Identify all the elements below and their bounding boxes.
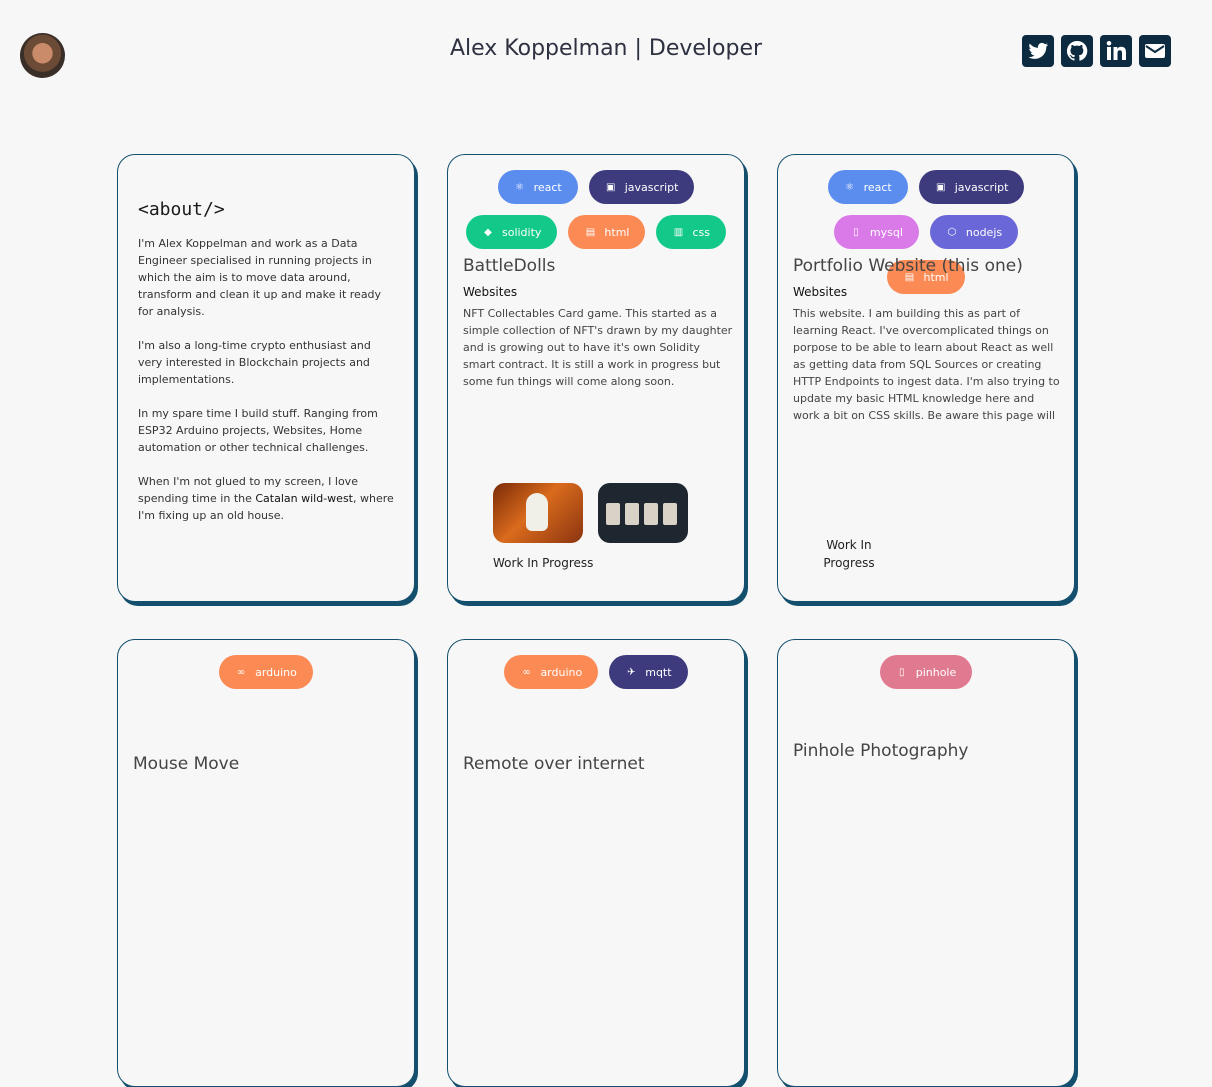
html-icon: ▤	[585, 226, 596, 238]
header: Alex Koppelman | Developer	[0, 0, 1212, 110]
badge-html: ▤ html	[568, 215, 646, 249]
project-card-remote[interactable]: ∞ arduino ✈ mqtt Remote over internet	[447, 639, 745, 1087]
badge-react: ⚛ react	[827, 170, 908, 204]
project-category: Websites	[793, 285, 848, 299]
badge-mysql: ▯ mysql	[833, 215, 919, 249]
css-icon: ▥	[673, 226, 684, 238]
badge-pinhole: ▯ pinhole	[879, 655, 973, 689]
thumbnail-image[interactable]	[598, 483, 688, 543]
arduino-icon: ∞	[236, 666, 246, 678]
project-description: This website. I am building this as part…	[793, 307, 1060, 422]
project-card-battledolls[interactable]: ⚛ react ▣ javascript ◆ solidity ▤ html ▥ css …	[447, 154, 745, 602]
badge-css: ▥ css	[656, 215, 726, 249]
github-icon[interactable]	[1061, 35, 1093, 67]
react-icon: ⚛	[845, 181, 855, 193]
badge-label: react	[533, 180, 562, 194]
project-status: Work In Progress	[493, 556, 594, 570]
project-title: Pinhole Photography	[793, 741, 969, 761]
badge-label: mysql	[869, 225, 903, 239]
thumbnail-image[interactable]	[493, 483, 583, 543]
about-text: I'm Alex Koppelman and work as a Data En…	[138, 235, 398, 541]
badge-nodejs: ⬡ nodejs	[929, 215, 1019, 249]
tech-badges: ▯ pinhole	[778, 655, 1074, 689]
badge-label: arduino	[540, 665, 583, 679]
badge-label: mqtt	[645, 665, 672, 679]
mysql-icon: ▯	[853, 226, 859, 238]
tech-badges: ⚛ react ▣ javascript ◆ solidity ▤ html ▥ css	[448, 170, 744, 249]
badge-label: react	[863, 180, 892, 194]
solidity-icon: ◆	[484, 226, 492, 238]
catalan-link[interactable]: Catalan wild-west	[255, 492, 353, 505]
social-links	[1022, 35, 1171, 67]
badge-label: arduino	[255, 665, 297, 679]
project-title: Remote over internet	[463, 754, 645, 774]
javascript-icon: ▣	[935, 181, 946, 193]
about-heading: <about/>	[138, 199, 225, 220]
project-title: Portfolio Website (this one)	[793, 256, 1023, 276]
about-paragraph: I'm also a long-time crypto enthusiast a…	[138, 339, 371, 386]
twitter-icon[interactable]	[1022, 35, 1054, 67]
javascript-icon: ▣	[605, 181, 616, 193]
linkedin-icon[interactable]	[1100, 35, 1132, 67]
project-card-portfolio[interactable]: ⚛ react ▣ javascript ▯ mysql ⬡ nodejs ▤ html …	[777, 154, 1075, 602]
about-card: <about/> I'm Alex Koppelman and work as …	[117, 154, 415, 602]
project-card-mouse-move[interactable]: ∞ arduino Mouse Move	[117, 639, 415, 1087]
badge-arduino: ∞ arduino	[219, 655, 313, 689]
about-paragraph: I'm Alex Koppelman and work as a Data En…	[138, 237, 382, 318]
about-paragraph: In my spare time I build stuff. Ranging …	[138, 407, 378, 454]
badge-javascript: ▣ javascript	[918, 170, 1025, 204]
badge-mqtt: ✈ mqtt	[609, 655, 688, 689]
badge-label: javascript	[954, 180, 1009, 194]
badge-solidity: ◆ solidity	[465, 215, 558, 249]
project-thumbnails	[493, 483, 688, 543]
about-paragraph: When I'm not glued to my screen, I love …	[138, 473, 398, 524]
tech-badges: ∞ arduino ✈ mqtt	[448, 655, 744, 689]
pinhole-icon: ▯	[898, 666, 905, 678]
project-description: NFT Collectables Card game. This started…	[463, 307, 733, 388]
badge-label: html	[604, 225, 630, 239]
badge-label: nodejs	[965, 225, 1003, 239]
project-title: Mouse Move	[133, 754, 240, 774]
project-status: Work In Progress	[823, 538, 875, 570]
badge-label: css	[692, 225, 710, 239]
tech-badges: ∞ arduino	[118, 655, 414, 689]
badge-react: ⚛ react	[497, 170, 578, 204]
react-icon: ⚛	[515, 181, 525, 193]
mqtt-icon: ✈	[627, 666, 636, 678]
badge-label: javascript	[624, 180, 679, 194]
badge-javascript: ▣ javascript	[588, 170, 695, 204]
project-title: BattleDolls	[463, 256, 556, 276]
nodejs-icon: ⬡	[947, 226, 957, 238]
project-category: Websites	[463, 285, 518, 299]
project-card-pinhole[interactable]: ▯ pinhole Pinhole Photography	[777, 639, 1075, 1087]
badge-label: solidity	[501, 225, 542, 239]
arduino-icon: ∞	[522, 666, 531, 678]
email-icon[interactable]	[1139, 35, 1171, 67]
badge-arduino: ∞ arduino	[504, 655, 599, 689]
badge-label: pinhole	[915, 665, 957, 679]
